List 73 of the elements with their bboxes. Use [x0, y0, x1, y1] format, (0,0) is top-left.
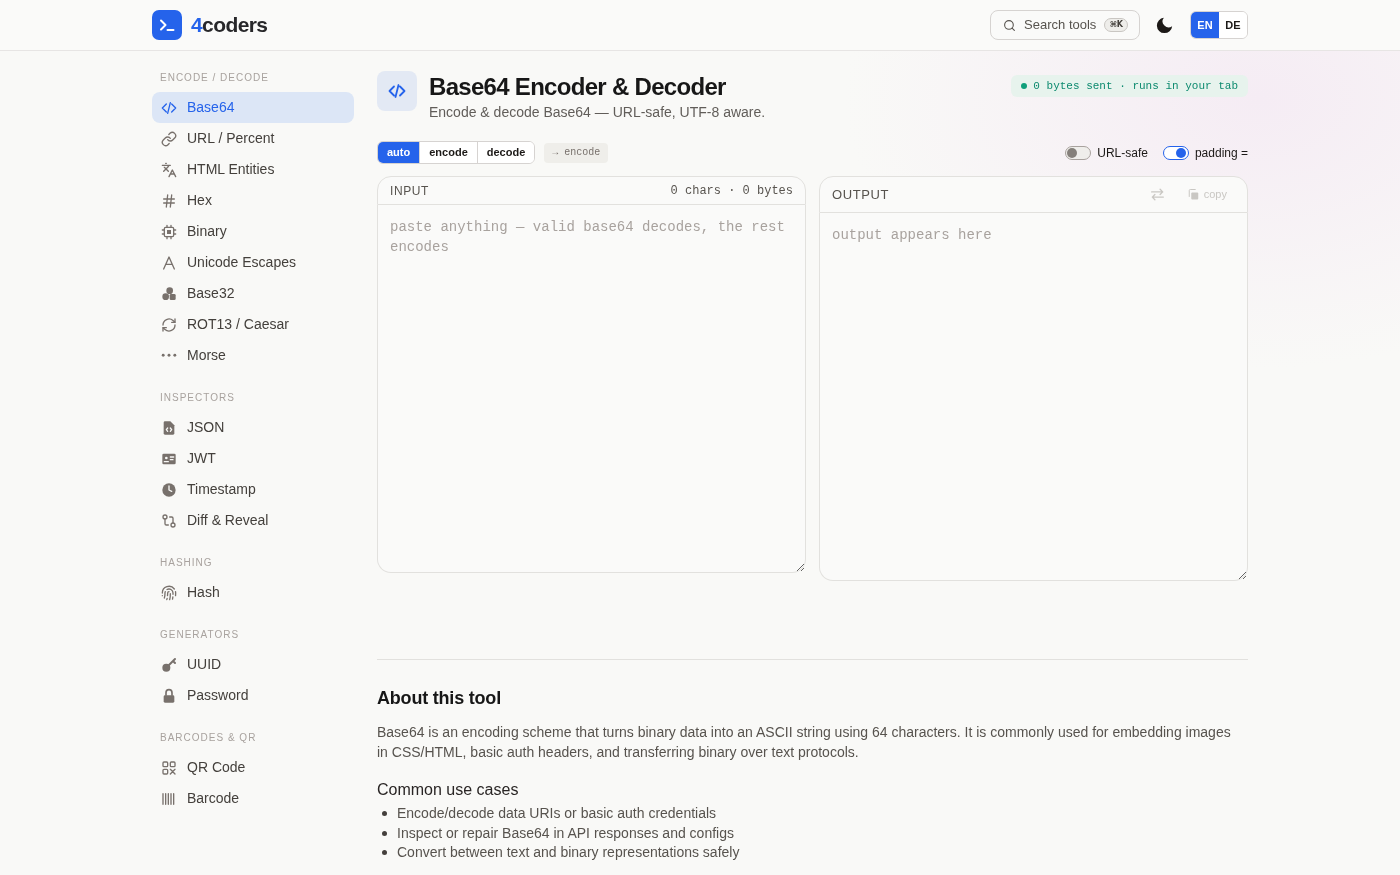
sidebar-item[interactable]: UUID [152, 649, 354, 680]
toggle-label: padding = [1194, 144, 1248, 162]
moon-icon[interactable] [1156, 16, 1173, 34]
sidebar-item[interactable]: JSON [152, 412, 354, 443]
hash-icon [161, 192, 177, 209]
sidebar-item[interactable]: Base64 [152, 92, 354, 123]
panel-title: INPUT [390, 182, 429, 200]
ellipsis-icon [161, 353, 177, 358]
output-field[interactable]: output appears here [819, 213, 1248, 581]
toggle-label: URL-safe [1097, 144, 1148, 162]
barcode-icon [161, 790, 177, 807]
swap-icon [1150, 188, 1164, 201]
refresh-icon [161, 316, 177, 333]
bullet-icon [382, 850, 387, 856]
sidebar-item[interactable]: Hex [152, 185, 354, 216]
translate-icon [161, 161, 177, 178]
input-stats: 0 chars · 0 bytes [670, 182, 793, 200]
mode-tab[interactable]: decode [476, 142, 535, 163]
fingerprint-icon [161, 584, 177, 601]
list-item-text: Inspect or repair Base64 in API responses and configs [397, 823, 734, 843]
sidebar-item[interactable]: HTML Entities [152, 154, 354, 185]
detected-mode-badge: → encode [544, 142, 609, 163]
lock-icon [161, 687, 177, 704]
brand-wordmark[interactable]: 4coders [191, 11, 268, 39]
sidebar-item[interactable]: Binary [152, 216, 354, 247]
bullet-icon [382, 830, 387, 836]
status-dot-icon [1021, 83, 1028, 89]
subsection-heading: Common use cases [377, 780, 520, 800]
sidebar-item[interactable]: Timestamp [152, 474, 354, 505]
sidebar-item[interactable]: Unicode Escapes [152, 247, 354, 278]
sidebar-item[interactable]: Morse [152, 340, 354, 371]
key-icon [161, 656, 177, 673]
section-label: BARCODES & QR [159, 731, 258, 745]
search-button[interactable]: Search tools ⌘K [990, 10, 1140, 40]
language-option[interactable]: EN [1191, 12, 1219, 38]
bullet-icon [382, 811, 387, 817]
sidebar-item[interactable]: Diff & Reveal [152, 505, 354, 536]
copy-icon [1187, 189, 1199, 200]
logo-icon[interactable] [152, 10, 182, 40]
privacy-text: 0 bytes sent · runs in your tab [1033, 78, 1238, 94]
code-icon [377, 71, 417, 111]
sidebar-item[interactable]: Password [152, 680, 354, 711]
sidebar-item[interactable]: Hash [152, 577, 354, 608]
about-text: Base64 is an encoding scheme that turns binary data into an ASCII string using 64 characters. It is commonly used for embedding images in CSS/HTML, basic auth headers, and transferring binary over text protocols. [377, 723, 1232, 762]
shortcut-key: ⌘K [1104, 18, 1128, 32]
sidebar-item[interactable]: Base32 [152, 278, 354, 309]
search-icon [1003, 18, 1017, 32]
code-icon [161, 99, 177, 116]
chip-icon [161, 223, 177, 240]
sidebar-item[interactable]: ROT13 / Caesar [152, 309, 354, 340]
shapes-icon [161, 285, 177, 302]
link-icon [161, 130, 177, 147]
section-heading: About this tool [377, 687, 502, 710]
section-label: GENERATORS [159, 628, 241, 642]
page-title: Base64 Encoder & Decoder [429, 72, 727, 102]
clock-icon [161, 481, 177, 498]
input-field[interactable]: paste anything — valid base64 decodes, the rest encodes [377, 205, 806, 573]
panel-title: OUTPUT [832, 185, 890, 204]
sidebar-item[interactable]: JWT [152, 443, 354, 474]
list-item-text: Convert between text and binary representations safely [397, 843, 740, 862]
section-label: ENCODE / DECODE [159, 71, 270, 85]
list-item-text: Encode/decode data URIs or basic auth credentials [397, 804, 717, 823]
section-label: HASHING [159, 556, 214, 570]
file-code-icon [161, 419, 177, 436]
sidebar-item[interactable]: Barcode [152, 783, 354, 814]
page-subtitle: Encode & decode Base64 — URL-safe, UTF-8 aware. [429, 103, 766, 121]
qr-code-icon [161, 759, 177, 776]
compare-icon [161, 512, 177, 529]
mode-tab[interactable]: auto [378, 142, 420, 163]
sidebar-item[interactable]: URL / Percent [152, 123, 354, 154]
section-label: INSPECTORS [159, 391, 236, 405]
letter-icon [161, 254, 177, 271]
sidebar-item[interactable]: QR Code [152, 752, 354, 783]
